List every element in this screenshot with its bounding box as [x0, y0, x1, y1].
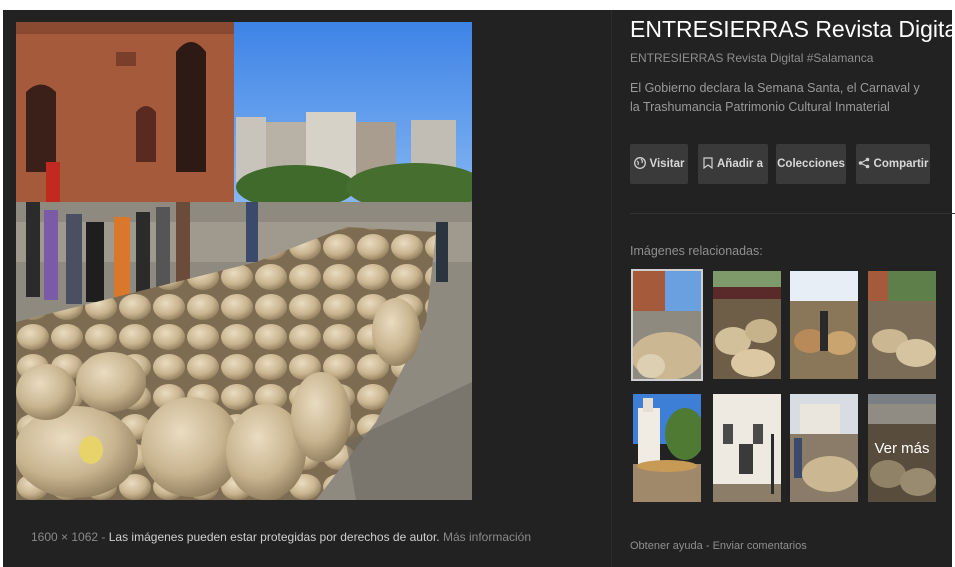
help-links: Obtener ayuda - Enviar comentarios: [630, 540, 807, 552]
image-dimensions: 1600 × 1062: [31, 530, 99, 544]
related-thumbnail[interactable]: [713, 394, 781, 502]
related-images-label: Imágenes relacionadas:: [630, 244, 763, 258]
see-more-thumbnail[interactable]: Ver más: [868, 394, 936, 502]
more-info-link[interactable]: Más información: [443, 530, 531, 544]
get-help-link[interactable]: Obtener ayuda: [630, 540, 703, 552]
related-thumbnail[interactable]: [790, 394, 858, 502]
result-title[interactable]: ENTRESIERRAS Revista Digital #S...: [630, 16, 952, 43]
collections-button[interactable]: Colecciones: [776, 144, 846, 184]
add-to-label: Añadir a: [716, 158, 763, 170]
copyright-notice: Las imágenes pueden estar protegidas por…: [108, 530, 440, 544]
info-separator: -: [98, 530, 109, 544]
section-divider: [630, 213, 955, 214]
result-site[interactable]: ENTRESIERRAS Revista Digital #Salamanca: [630, 51, 873, 65]
share-label: Compartir: [873, 158, 929, 170]
see-more-label: Ver más: [868, 394, 936, 502]
related-thumbnail[interactable]: [868, 271, 936, 379]
column-divider: [611, 10, 612, 567]
preview-image[interactable]: [16, 22, 472, 500]
related-thumbnail[interactable]: [713, 271, 781, 379]
share-button[interactable]: Compartir: [856, 144, 930, 184]
visit-button[interactable]: Visitar: [630, 144, 688, 184]
collections-label: Colecciones: [777, 158, 845, 170]
share-icon: [858, 157, 870, 172]
send-feedback-link[interactable]: Enviar comentarios: [713, 540, 807, 552]
related-thumbnail[interactable]: [631, 269, 703, 381]
details-sidebar: ENTRESIERRAS Revista Digital #S... ENTRE…: [630, 10, 955, 567]
related-thumbnail[interactable]: [633, 394, 701, 502]
related-thumbnail[interactable]: [790, 271, 858, 379]
result-description: El Gobierno declara la Semana Santa, el …: [630, 81, 920, 114]
visit-label: Visitar: [649, 158, 685, 170]
image-info: 1600 × 1062 - Las imágenes pueden estar …: [31, 530, 531, 544]
help-separator: -: [705, 540, 710, 552]
globe-icon: [633, 156, 646, 172]
add-to-button[interactable]: Añadir a: [698, 144, 768, 184]
bookmark-icon: [703, 156, 713, 172]
sheep-flock-photo: [16, 22, 472, 500]
image-viewer-panel: 1600 × 1062 - Las imágenes pueden estar …: [3, 10, 955, 567]
